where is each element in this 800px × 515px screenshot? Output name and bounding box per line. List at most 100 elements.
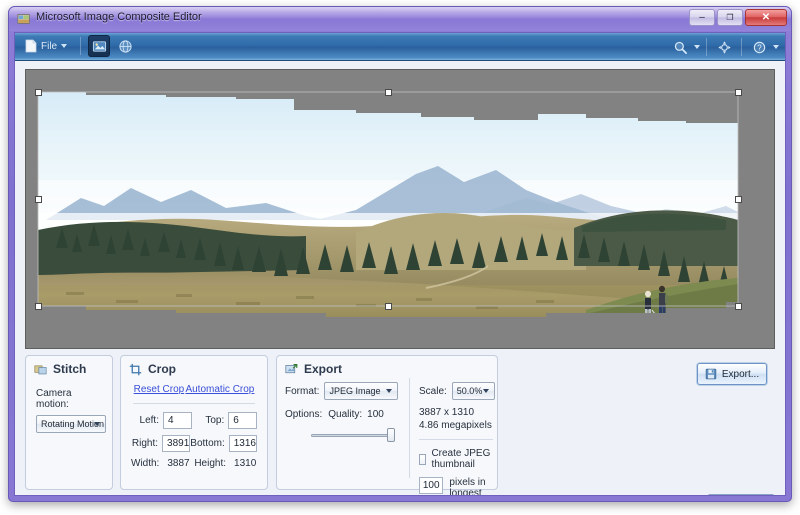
stitch-panel-body: Camera motion: Rotating Motion: [26, 378, 112, 437]
camera-motion-select[interactable]: Rotating Motion: [36, 415, 106, 433]
crop-width-value: 3887: [167, 458, 190, 469]
export-left-column: Format: JPEG Image Options: Quality: 100: [285, 382, 401, 442]
export-button-label: Export...: [721, 368, 760, 380]
svg-text:?: ?: [757, 43, 762, 52]
export-panel-header: Export: [277, 356, 497, 378]
application-window: Microsoft Image Composite Editor – ❐ ✕ F…: [8, 6, 792, 502]
scale-select[interactable]: 50.0%: [451, 382, 495, 400]
crop-height-value: 1310: [234, 458, 257, 469]
crop-left-value: 4: [168, 415, 174, 426]
export-divider: [419, 439, 493, 440]
format-chevron-down-icon: [381, 384, 396, 398]
status-bar: Camera motion type: rotating motion. Pro…: [25, 495, 683, 496]
crop-handle-top-left[interactable]: [35, 89, 42, 96]
export-panel-body: Format: JPEG Image Options: Quality: 100: [277, 378, 497, 495]
quality-slider[interactable]: [311, 428, 395, 442]
panorama-canvas[interactable]: [25, 69, 775, 349]
create-jpeg-thumbnail-checkbox[interactable]: [419, 453, 427, 465]
ice-app-icon: [17, 14, 30, 24]
main-toolbar: File ?: [15, 33, 785, 61]
window-controls: – ❐ ✕: [689, 9, 787, 26]
crop-height-label: Height:: [194, 458, 227, 469]
export-button[interactable]: Export...: [697, 363, 767, 385]
maximize-icon: ❐: [726, 13, 734, 22]
crop-top-value: 6: [233, 415, 239, 426]
zoom-tool-button[interactable]: [669, 36, 691, 58]
toolbar-left-group: File: [21, 35, 136, 57]
crop-handle-middle-right[interactable]: [735, 196, 742, 203]
quality-value: 100: [367, 409, 384, 420]
crop-left-input[interactable]: 4: [163, 412, 192, 429]
toolbar-right-group: ?: [669, 36, 779, 58]
camera-motion-chevron-down-icon: [89, 417, 104, 431]
crop-top-input[interactable]: 6: [228, 412, 257, 429]
crop-handle-top-right[interactable]: [735, 89, 742, 96]
pan-move-icon: [717, 40, 731, 54]
thumbnail-size-value: 100: [422, 480, 440, 491]
exit-button[interactable]: Exit: [707, 494, 775, 495]
minimize-icon: –: [699, 12, 705, 23]
reset-crop-link[interactable]: Reset Crop: [134, 384, 185, 395]
stitch-panel-header: Stitch: [26, 356, 112, 378]
stitch-tool-button[interactable]: [88, 35, 111, 57]
crop-bottom-input[interactable]: 1316: [228, 435, 257, 452]
crop-handle-top-center[interactable]: [385, 89, 392, 96]
orientation-globe-icon: [119, 39, 132, 53]
crop-left-label: Left:: [139, 415, 159, 426]
quality-label: Quality:: [328, 409, 363, 420]
save-disk-icon: [705, 368, 717, 380]
format-select[interactable]: JPEG Image: [324, 382, 399, 400]
file-menu-button[interactable]: File: [21, 36, 73, 56]
export-panel-title: Export: [304, 362, 343, 376]
thumbnail-size-input[interactable]: 100: [419, 477, 444, 494]
title-bar[interactable]: Microsoft Image Composite Editor – ❐ ✕: [9, 7, 791, 31]
export-right-column: Scale: 50.0% 3887 x 1310 4.86 megapixels: [419, 382, 495, 496]
crop-bottom-label: Bottom:: [190, 438, 225, 449]
bottom-panels: Stitch Camera motion: Rotating Motion Cr…: [25, 355, 775, 495]
crop-handle-middle-left[interactable]: [35, 196, 42, 203]
quality-slider-thumb[interactable]: [387, 428, 395, 442]
camera-motion-label: Camera motion:: [36, 388, 72, 410]
help-button[interactable]: ?: [748, 36, 770, 58]
crop-panel-body: Reset Crop Automatic Crop Left: 4 Top: 6: [121, 378, 267, 473]
crop-bottom-value: 1316: [233, 438, 256, 449]
format-value: JPEG Image: [329, 386, 381, 396]
thumbnail-size-label: pixels in longest dimension: [449, 477, 486, 496]
stitch-panel: Stitch Camera motion: Rotating Motion: [25, 355, 113, 490]
crop-right-input[interactable]: 3891: [162, 435, 191, 452]
panorama-image: [26, 70, 774, 348]
crop-panel: Crop Reset Crop Automatic Crop Left: 4 T…: [120, 355, 268, 490]
stitch-panel-title: Stitch: [53, 362, 87, 376]
help-chevron-down-icon[interactable]: [773, 45, 779, 49]
crop-panel-header: Crop: [121, 356, 267, 378]
scale-chevron-down-icon: [478, 384, 493, 398]
toolbar-separator-2: [706, 38, 707, 56]
stitch-panel-icon: [34, 365, 47, 374]
minimize-button[interactable]: –: [689, 9, 715, 26]
stitch-tool-icon: [92, 40, 106, 52]
client-area: File ? Stitch Camera motion: Rotating Mo…: [14, 32, 786, 496]
crop-right-label: Right:: [131, 438, 159, 449]
scale-label: Scale:: [419, 385, 447, 397]
help-question-icon: ?: [753, 41, 765, 53]
close-button[interactable]: ✕: [745, 9, 787, 26]
crop-divider: [133, 403, 255, 404]
chevron-down-icon: [61, 44, 68, 48]
export-dimensions: 3887 x 1310: [419, 407, 475, 418]
export-panel: Export Format: JPEG Image Options: Quali…: [276, 355, 498, 495]
crop-handle-bottom-left[interactable]: [35, 303, 42, 310]
toolbar-separator: [80, 37, 82, 55]
quality-slider-track: [311, 434, 395, 437]
file-menu-label: File: [41, 40, 58, 52]
crop-handle-bottom-right[interactable]: [735, 303, 742, 310]
format-label: Format:: [285, 385, 320, 397]
create-jpeg-thumbnail-label: Create JPEG thumbnail: [431, 448, 491, 470]
app-root: Microsoft Image Composite Editor – ❐ ✕ F…: [0, 0, 800, 515]
zoom-chevron-down-icon[interactable]: [694, 45, 700, 49]
orientation-tool-button[interactable]: [114, 35, 136, 57]
crop-handle-bottom-center[interactable]: [385, 303, 392, 310]
export-panel-icon: [285, 363, 298, 373]
maximize-button[interactable]: ❐: [717, 9, 743, 26]
pan-tool-button[interactable]: [713, 36, 735, 58]
automatic-crop-link[interactable]: Automatic Crop: [185, 384, 254, 395]
